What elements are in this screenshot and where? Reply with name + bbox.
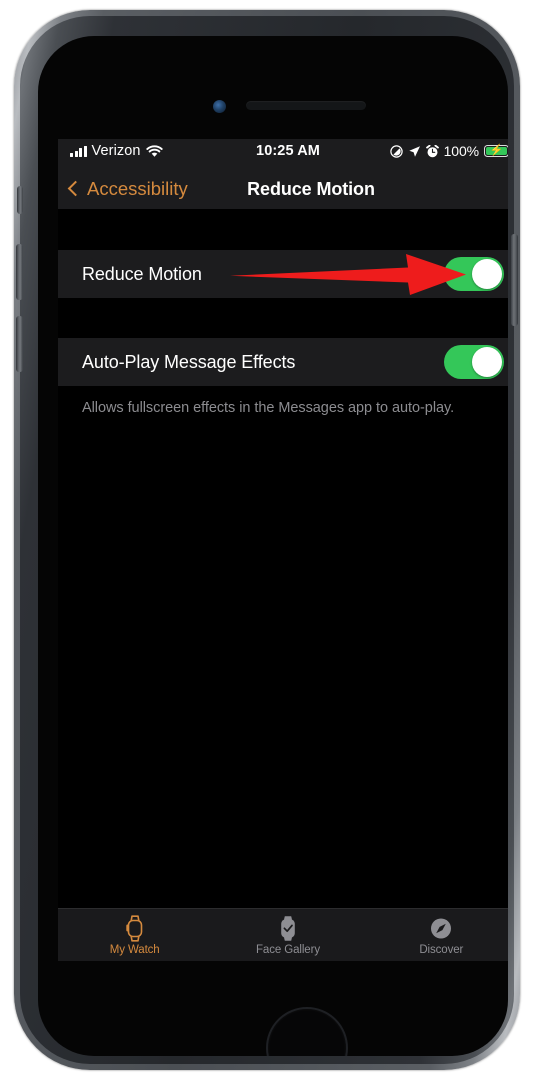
front-camera-icon [213, 100, 226, 113]
volume-down-button[interactable] [16, 316, 23, 372]
tab-label-face-gallery: Face Gallery [255, 943, 320, 956]
auto-play-message-effects-toggle[interactable] [444, 345, 504, 379]
earpiece-speaker [246, 101, 366, 110]
setting-row-reduce-motion[interactable]: Reduce Motion [58, 250, 508, 298]
settings-content: Reduce Motion Auto-Play Message Effects [58, 209, 508, 961]
setting-row-auto-play-message-effects[interactable]: Auto-Play Message Effects [58, 338, 508, 386]
compass-icon [429, 915, 453, 942]
mute-switch-button[interactable] [17, 186, 23, 214]
watch-outline-icon [123, 914, 147, 942]
section-gap-top [58, 209, 508, 250]
tab-face-gallery[interactable]: Face Gallery [211, 909, 364, 961]
tab-discover[interactable]: Discover [365, 909, 508, 961]
back-button[interactable]: Accessibility [67, 178, 188, 200]
toggle-knob [472, 347, 502, 377]
home-button[interactable] [266, 1007, 348, 1056]
section-gap-middle [58, 298, 508, 338]
do-not-disturb-icon [389, 144, 403, 158]
navigation-bar: Accessibility Reduce Motion [58, 169, 508, 209]
watch-face-checkmark-icon [276, 915, 300, 942]
tab-my-watch[interactable]: My Watch [58, 909, 211, 961]
battery-charging-icon: ⚡ [484, 144, 508, 158]
alarm-clock-icon [425, 144, 439, 158]
iphone-device-frame: Verizon 10:25 AM 100% ⚡ Accessibility Re… [14, 10, 520, 1070]
setting-label-auto-play-message-effects: Auto-Play Message Effects [82, 351, 296, 372]
power-button[interactable] [511, 234, 518, 326]
location-arrow-icon [408, 145, 421, 158]
status-bar-right: 100% ⚡ [389, 143, 508, 159]
chevron-left-icon [67, 180, 84, 197]
toggle-knob [472, 259, 502, 289]
status-bar: Verizon 10:25 AM 100% ⚡ [58, 139, 508, 169]
battery-percentage-label: 100% [443, 143, 480, 159]
screen: Verizon 10:25 AM 100% ⚡ Accessibility Re… [58, 139, 508, 961]
back-button-label: Accessibility [87, 178, 188, 199]
device-bezel-inner: Verizon 10:25 AM 100% ⚡ Accessibility Re… [16, 16, 518, 1064]
setting-label-reduce-motion: Reduce Motion [82, 263, 202, 284]
footnote-text: Allows fullscreen effects in the Message… [82, 400, 455, 416]
tab-label-my-watch: My Watch [109, 943, 160, 956]
phone-glass: Verizon 10:25 AM 100% ⚡ Accessibility Re… [38, 36, 508, 1056]
volume-up-button[interactable] [16, 244, 23, 300]
tab-bar: My Watch Face Gallery Discover [58, 908, 508, 961]
reduce-motion-toggle[interactable] [444, 257, 504, 291]
tab-label-discover: Discover [419, 943, 464, 956]
